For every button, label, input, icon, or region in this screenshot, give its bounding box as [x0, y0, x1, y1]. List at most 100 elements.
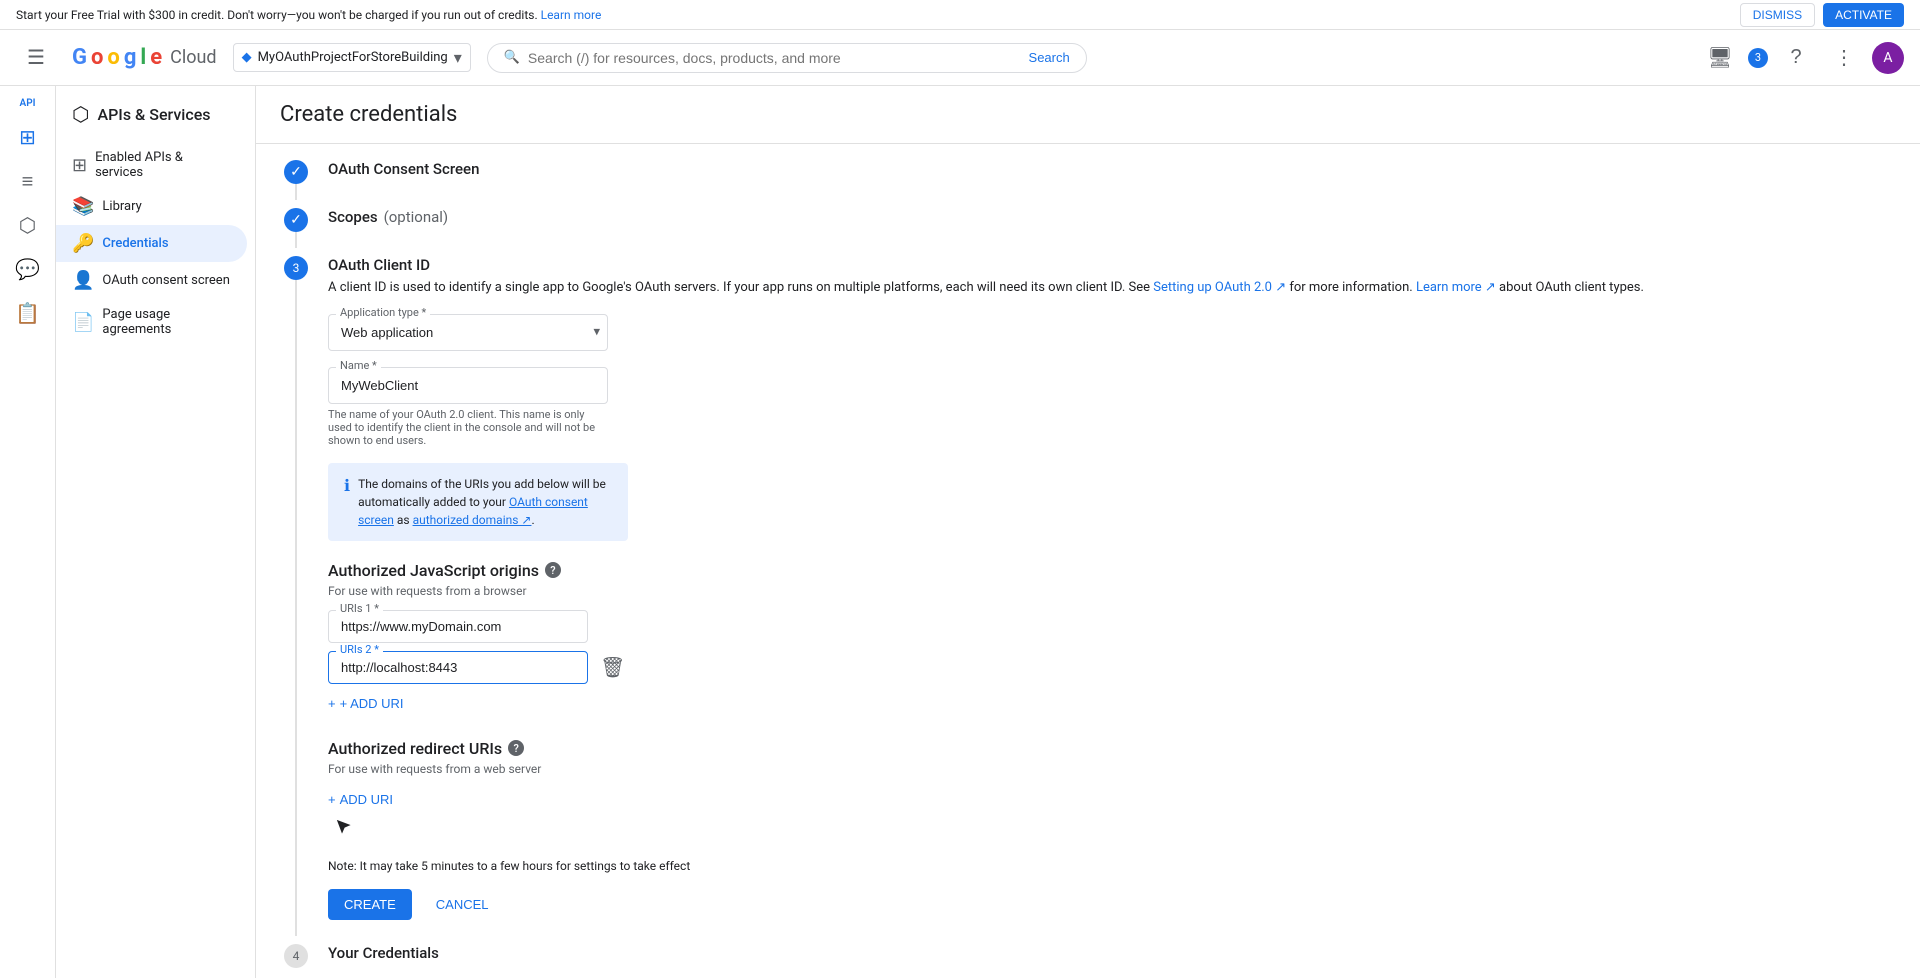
- uri-2-container: URIs 2 * 🗑: [328, 651, 1896, 684]
- header-right-actions: 🖥 3 ? ⋮ A: [1700, 38, 1904, 78]
- app-type-field: Application type * Web application Andro…: [328, 314, 1896, 351]
- info-box-text: The domains of the URIs you add below wi…: [358, 475, 612, 529]
- apis-services-icon: ⬡: [72, 102, 89, 126]
- sidebar-item-library[interactable]: 📚 Library: [56, 188, 247, 225]
- add-js-uri-label: + ADD URI: [340, 696, 404, 711]
- hamburger-menu-button[interactable]: ☰: [16, 38, 56, 78]
- step-4-content: Your Credentials: [328, 944, 1896, 978]
- app-header: ☰ Google Cloud ◆ MyOAuthProjectForStoreB…: [0, 30, 1920, 86]
- apis-services-label: APIs & Services: [97, 105, 210, 124]
- step-3: 3 OAuth Client ID A client ID is used to…: [280, 256, 1896, 936]
- step-3-indicator: 3: [280, 256, 312, 936]
- help-button[interactable]: ?: [1776, 38, 1816, 78]
- project-icon: ◆: [242, 50, 252, 65]
- page-title: Create credentials: [280, 102, 1896, 127]
- add-js-uri-plus-icon: +: [328, 696, 336, 711]
- sidebar-item-hexagon[interactable]: ⬡: [4, 205, 52, 245]
- sidebar-item-clipboard[interactable]: 📋: [4, 293, 52, 333]
- oauth-consent-label: OAuth consent screen: [102, 273, 229, 288]
- left-nav: ⬡ APIs & Services ⊞ Enabled APIs & servi…: [56, 86, 256, 978]
- top-banner: Start your Free Trial with $300 in credi…: [0, 0, 1920, 30]
- display-mode-button[interactable]: 🖥: [1700, 38, 1740, 78]
- redirect-uris-help-icon[interactable]: ?: [508, 740, 524, 756]
- uri-2-wrapper: URIs 2 *: [328, 651, 588, 684]
- oauth-description: A client ID is used to identify a single…: [328, 278, 1896, 298]
- sidebar-item-chat[interactable]: 💬: [4, 249, 52, 289]
- name-input[interactable]: [328, 367, 608, 404]
- page-header: Create credentials: [256, 86, 1920, 144]
- sidebar-item-enabled-apis[interactable]: ⊞ Enabled APIs & services: [56, 142, 247, 188]
- create-button[interactable]: CREATE: [328, 889, 412, 920]
- sidebar-item-menu[interactable]: ≡: [4, 161, 52, 201]
- banner-text: Start your Free Trial with $300 in credi…: [16, 8, 601, 22]
- step-3-action-buttons: CREATE CANCEL: [328, 889, 1896, 920]
- js-origins-subtitle: For use with requests from a browser: [328, 584, 1896, 598]
- add-js-uri-button[interactable]: + + ADD URI: [328, 692, 404, 715]
- uri-2-delete-button[interactable]: 🗑: [596, 651, 629, 684]
- sidebar-api-label[interactable]: API: [18, 94, 38, 113]
- banner-learn-more-link[interactable]: Learn more: [541, 8, 602, 22]
- sidebar-item-credentials[interactable]: 🔑 Credentials: [56, 225, 247, 262]
- info-icon: ℹ: [344, 476, 350, 495]
- sidebar: API ⊞ ≡ ⬡ 💬 📋: [0, 86, 56, 978]
- redirect-uris-title: Authorized redirect URIs ?: [328, 739, 1896, 758]
- oauth-client-form: A client ID is used to identify a single…: [328, 278, 1896, 920]
- more-options-button[interactable]: ⋮: [1824, 38, 1864, 78]
- activate-button[interactable]: ACTIVATE: [1823, 3, 1904, 27]
- cursor-indicator: [332, 815, 356, 843]
- uri-1-container: URIs 1 *: [328, 610, 1896, 643]
- step-2-indicator: ✓: [280, 208, 312, 248]
- search-button-label: Search: [1029, 50, 1070, 65]
- step-4-circle: 4: [284, 944, 308, 968]
- uri-2-label: URIs 2 *: [336, 643, 383, 656]
- app-type-select-wrapper: Application type * Web application Andro…: [328, 314, 608, 351]
- project-chevron-icon: ▾: [454, 48, 462, 67]
- step-2-optional: (optional): [384, 208, 449, 226]
- step-1-title: OAuth Consent Screen: [328, 160, 1896, 178]
- dismiss-button[interactable]: DISMISS: [1740, 3, 1815, 27]
- js-origins-section: Authorized JavaScript origins ? For use …: [328, 561, 1896, 715]
- app-type-label: Application type *: [336, 306, 430, 319]
- search-button[interactable]: Search: [1029, 50, 1070, 65]
- main-content: Create credentials ✓ OAuth Consent Scree…: [256, 86, 1920, 978]
- search-input[interactable]: [528, 50, 1021, 66]
- add-redirect-uri-button[interactable]: + ADD URI: [328, 788, 393, 811]
- step-2-line: [295, 232, 297, 248]
- name-label: Name *: [336, 359, 381, 372]
- add-redirect-uri-label: ADD URI: [340, 792, 393, 807]
- sidebar-item-grid[interactable]: ⊞: [4, 117, 52, 157]
- sidebar-item-oauth-consent[interactable]: 👤 OAuth consent screen: [56, 262, 247, 299]
- uri-1-label: URIs 1 *: [336, 602, 383, 615]
- add-redirect-uri-plus-icon: +: [328, 792, 336, 807]
- step-3-line: [295, 280, 297, 936]
- js-origins-title: Authorized JavaScript origins ?: [328, 561, 1896, 580]
- step3-cancel-button[interactable]: CANCEL: [420, 889, 505, 920]
- setup-oauth-link[interactable]: Setting up OAuth 2.0 ↗: [1153, 280, 1286, 295]
- project-selector[interactable]: ◆ MyOAuthProjectForStoreBuilding ▾: [233, 43, 471, 72]
- notification-badge[interactable]: 3: [1748, 48, 1768, 68]
- app-layout: API ⊞ ≡ ⬡ 💬 📋 ⬡ APIs & Services ⊞ Enable…: [0, 86, 1920, 978]
- redirect-uris-section: Authorized redirect URIs ? For use with …: [328, 739, 1896, 843]
- authorized-domains-link[interactable]: authorized domains ↗: [413, 513, 532, 527]
- name-input-wrapper: Name *: [328, 367, 608, 404]
- step-1: ✓ OAuth Consent Screen: [280, 160, 1896, 200]
- name-hint: The name of your OAuth 2.0 client. This …: [328, 408, 608, 447]
- credentials-icon: 🔑: [72, 233, 94, 254]
- step-2-content: Scopes (optional): [328, 208, 1896, 248]
- app-type-select[interactable]: Web application Android iOS Desktop app: [328, 314, 608, 351]
- step-2-circle: ✓: [284, 208, 308, 232]
- nav-section-header: ⬡ APIs & Services: [56, 94, 255, 134]
- user-avatar[interactable]: A: [1872, 42, 1904, 74]
- step-4-indicator: 4: [280, 944, 312, 978]
- library-icon: 📚: [72, 196, 94, 217]
- enabled-apis-icon: ⊞: [72, 155, 87, 176]
- sidebar-item-page-usage[interactable]: 📄 Page usage agreements: [56, 299, 247, 345]
- step-3-title: OAuth Client ID: [328, 256, 1896, 274]
- learn-more-link[interactable]: Learn more ↗: [1416, 280, 1496, 295]
- name-field: Name * The name of your OAuth 2.0 client…: [328, 367, 1896, 447]
- oauth-consent-icon: 👤: [72, 270, 94, 291]
- step-2-title: Scopes (optional): [328, 208, 1896, 226]
- credentials-label: Credentials: [102, 236, 168, 251]
- step-1-line: [295, 184, 297, 200]
- js-origins-help-icon[interactable]: ?: [545, 562, 561, 578]
